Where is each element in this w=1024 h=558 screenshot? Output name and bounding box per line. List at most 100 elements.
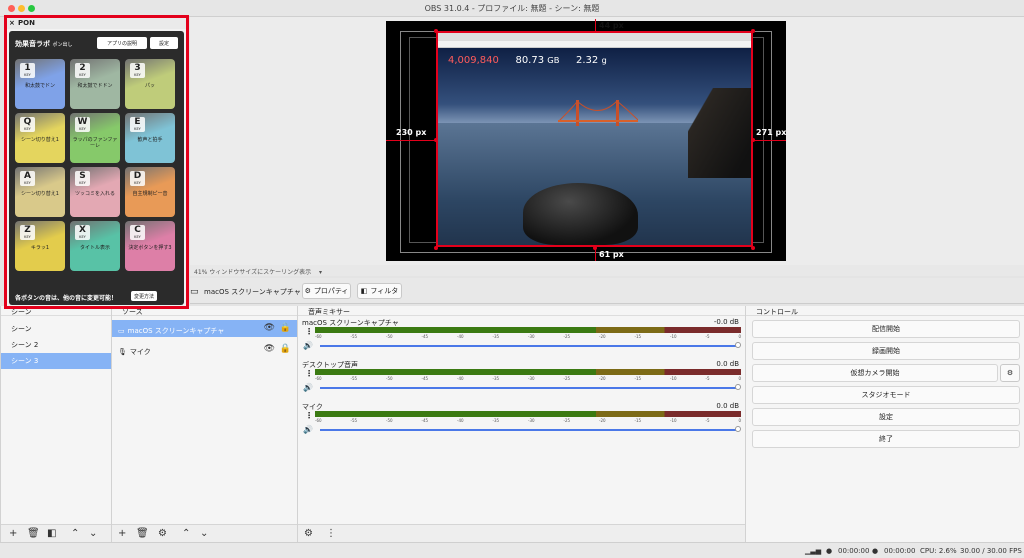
- tick-label: -60: [315, 418, 322, 423]
- virtual-camera-settings-button[interactable]: ⚙: [1000, 364, 1020, 382]
- sound-key-w[interactable]: W KEY ラッパのファンファーレ: [70, 113, 120, 163]
- kebab-menu-icon[interactable]: ⋮: [305, 411, 313, 420]
- resize-handle[interactable]: [434, 138, 438, 142]
- selected-source-name: macOS スクリーンキャプチャ: [204, 288, 301, 296]
- add-icon[interactable]: +: [118, 528, 126, 539]
- resize-handle[interactable]: [751, 246, 755, 250]
- sound-key-z[interactable]: Z KEY キラッ1: [15, 221, 65, 271]
- chevron-down-icon[interactable]: ▾: [319, 269, 322, 276]
- sound-key-2[interactable]: 2 KEY 和太鼓でドドン: [70, 59, 120, 109]
- eye-icon[interactable]: 👁: [264, 323, 275, 333]
- chevron-down-icon[interactable]: ⌄: [89, 528, 97, 539]
- preview-area[interactable]: 4,009,840 80.73 GB 2.32 g 44 px 230 px 2…: [190, 17, 1024, 265]
- pon-board: 効果音ラボ ポン出し アプリの説明 設定 1 KEY 和太鼓でドン 2 KEY 和太鼓でド…: [9, 31, 184, 305]
- source-item[interactable]: 🎙 マイク 👁 🔒: [112, 341, 297, 358]
- app-description-button[interactable]: アプリの説明: [97, 37, 147, 49]
- kebab-menu-icon[interactable]: ⋮: [305, 369, 313, 378]
- sound-key-c[interactable]: C KEY 決定ボタンを押す3: [125, 221, 175, 271]
- pon-settings-button[interactable]: 設定: [150, 37, 178, 49]
- scene-item-selected[interactable]: シーン 3: [1, 353, 111, 369]
- speaker-icon[interactable]: 🔊: [303, 425, 313, 434]
- tick-label: -5: [705, 334, 710, 339]
- filters-button[interactable]: ◧ フィルタ: [357, 283, 402, 299]
- gear-icon[interactable]: ⚙: [304, 528, 313, 539]
- resize-handle[interactable]: [751, 29, 755, 33]
- screen-capture-source[interactable]: 4,009,840 80.73 GB 2.32 g: [436, 31, 753, 247]
- close-icon[interactable]: ×: [9, 19, 15, 27]
- chevron-down-icon[interactable]: ⌄: [200, 528, 208, 539]
- preview-canvas[interactable]: 4,009,840 80.73 GB 2.32 g: [386, 21, 786, 261]
- kebab-menu-icon[interactable]: ⋮: [326, 528, 336, 539]
- tick-label: -15: [634, 334, 642, 339]
- properties-button[interactable]: ⚙ プロパティ: [302, 283, 351, 299]
- chevron-up-icon[interactable]: ⌃: [182, 528, 190, 539]
- volume-slider[interactable]: [320, 387, 737, 389]
- change-method-button[interactable]: 変更方法: [131, 291, 158, 301]
- resize-handle[interactable]: [751, 138, 755, 142]
- add-icon[interactable]: +: [9, 528, 17, 539]
- tick-label: -10: [670, 376, 677, 381]
- tick-label: -10: [670, 418, 677, 423]
- sound-key-3[interactable]: 3 KEY パッ: [125, 59, 175, 109]
- tick-label: -25: [563, 334, 571, 339]
- sound-key-s[interactable]: S KEY ツッコミを入れる: [70, 167, 120, 217]
- start-virtual-camera-button[interactable]: 仮想カメラ開始: [752, 364, 998, 382]
- sound-key-1[interactable]: 1 KEY 和太鼓でドン: [15, 59, 65, 109]
- sound-key-a[interactable]: A KEY シーン切り替え1: [15, 167, 65, 217]
- monitor-icon: ▭: [190, 287, 199, 297]
- pon-title: PON: [18, 19, 35, 27]
- volume-slider[interactable]: [320, 345, 737, 347]
- pon-footer-text: 各ボタンの音は、他の音に変更可能！: [15, 295, 118, 302]
- key-label: ツッコミを入れる: [74, 191, 115, 197]
- tick-label: -50: [386, 376, 393, 381]
- scenes-dock: シーン シーン シーン 2 シーン 3 + 🗑 ◧ ⌃ ⌄: [0, 306, 111, 542]
- sound-key-q[interactable]: Q KEY シーン切り替え1: [15, 113, 65, 163]
- speaker-icon[interactable]: 🔊: [303, 383, 313, 392]
- sound-key-x[interactable]: X KEY タイトル表示: [70, 221, 120, 271]
- resize-handle[interactable]: [434, 246, 438, 250]
- resize-handle[interactable]: [434, 29, 438, 33]
- key-letter: C KEY: [130, 225, 145, 240]
- microphone-icon: 🎙: [118, 347, 127, 356]
- tick-label: -60: [315, 376, 322, 381]
- filter-icon[interactable]: ◧: [47, 528, 56, 539]
- stream-time: 00:00:00: [838, 547, 870, 555]
- tick-label: -30: [528, 418, 535, 423]
- volume-slider[interactable]: [320, 429, 737, 431]
- scene-item[interactable]: シーン: [1, 321, 111, 337]
- lock-icon[interactable]: 🔒: [280, 323, 291, 333]
- gear-icon[interactable]: ⚙: [158, 528, 167, 539]
- key-letter: 1 KEY: [20, 63, 35, 78]
- tick-label: -30: [528, 376, 535, 381]
- speaker-icon[interactable]: 🔊: [303, 341, 313, 350]
- volume-meter: [315, 411, 741, 417]
- trash-icon[interactable]: 🗑: [136, 528, 149, 539]
- lock-icon[interactable]: 🔒: [280, 344, 291, 354]
- eye-icon[interactable]: 👁: [264, 344, 275, 354]
- kebab-menu-icon[interactable]: ⋮: [305, 327, 313, 336]
- sound-key-d[interactable]: D KEY 自主規制ピー音: [125, 167, 175, 217]
- captured-browser-tabs: [438, 33, 751, 41]
- sound-key-e[interactable]: E KEY 歓声と拍手: [125, 113, 175, 163]
- key-letter: S KEY: [75, 171, 90, 186]
- key-label: シーン切り替え1: [21, 191, 59, 197]
- volume-slider-knob[interactable]: [735, 426, 741, 432]
- key-label: 和太鼓でドドン: [77, 83, 113, 89]
- monitor-icon: ▭: [118, 326, 125, 335]
- exit-button[interactable]: 終了: [752, 430, 1020, 448]
- source-item-selected[interactable]: ▭ macOS スクリーンキャプチャ 👁 🔒: [112, 320, 297, 337]
- scene-item[interactable]: シーン 2: [1, 337, 111, 353]
- studio-mode-button[interactable]: スタジオモード: [752, 386, 1020, 404]
- fps-readout: 30.00 / 30.00 FPS: [960, 547, 1022, 555]
- key-letter: E KEY: [130, 117, 145, 132]
- volume-slider-knob[interactable]: [735, 342, 741, 348]
- resize-handle[interactable]: [593, 246, 597, 250]
- filter-icon: ◧: [360, 287, 368, 295]
- trash-icon[interactable]: 🗑: [27, 528, 40, 539]
- settings-button[interactable]: 設定: [752, 408, 1020, 426]
- start-recording-button[interactable]: 録画開始: [752, 342, 1020, 360]
- volume-slider-knob[interactable]: [735, 384, 741, 390]
- start-streaming-button[interactable]: 配信開始: [752, 320, 1020, 338]
- meter-ticks: -60 -55 -50 -45 -40 -35 -30 -25 -20 -15 -10 -5 0: [315, 418, 741, 424]
- chevron-up-icon[interactable]: ⌃: [71, 528, 79, 539]
